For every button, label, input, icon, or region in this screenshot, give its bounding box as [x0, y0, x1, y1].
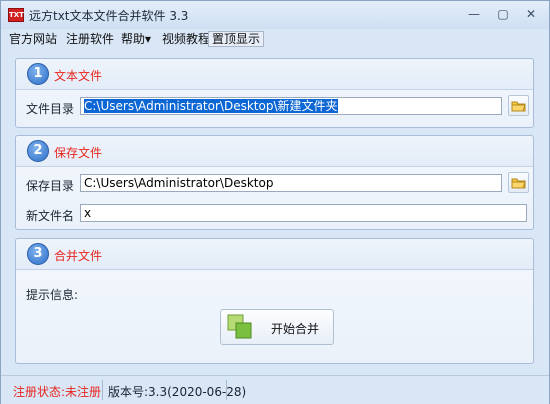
status-divider — [102, 380, 103, 400]
file-dir-input[interactable]: C:\Users\Administrator\Desktop\新建文件夹 — [80, 97, 502, 115]
file-dir-value: C:\Users\Administrator\Desktop\新建文件夹 — [84, 99, 338, 113]
panel-header: 3 合并文件 — [16, 239, 533, 270]
new-file-name-input[interactable]: x — [80, 204, 527, 222]
save-dir-label: 保存目录 — [26, 179, 75, 193]
panel-title-merge: 合并文件 — [54, 249, 103, 263]
restore-icon[interactable]: ▢ — [492, 5, 514, 23]
title-bar[interactable]: TXT 远方txt文本文件合并软件 3.3 — ▢ ✕ — [1, 1, 549, 29]
file-dir-label: 文件目录 — [26, 102, 75, 116]
txt-app-icon: TXT — [8, 8, 24, 22]
menu-official-site[interactable]: 官方网站 — [6, 31, 60, 47]
save-dir-input[interactable]: C:\Users\Administrator\Desktop — [80, 174, 502, 192]
panel-title-save-file: 保存文件 — [54, 146, 103, 160]
new-file-name-label: 新文件名 — [26, 209, 75, 223]
panel-title-text-files: 文本文件 — [54, 69, 103, 83]
text-files-panel: 1 文本文件 文件目录 C:\Users\Administrator\Deskt… — [15, 58, 534, 128]
window-title: 远方txt文本文件合并软件 3.3 — [29, 9, 189, 23]
info-label: 提示信息: — [26, 288, 79, 302]
folder-icon — [511, 178, 526, 189]
merge-icon — [227, 314, 252, 339]
status-bar: 注册状态:未注册 版本号:3.3(2020-06-28) — [1, 375, 549, 404]
menu-video-tutorial[interactable]: 视频教程 — [159, 31, 213, 47]
browse-save-dir-button[interactable] — [508, 172, 529, 193]
step-1-badge: 1 — [27, 63, 49, 85]
browse-text-dir-button[interactable] — [508, 95, 529, 116]
status-divider — [226, 380, 227, 400]
folder-icon — [511, 101, 526, 112]
start-merge-button[interactable]: 开始合并 — [220, 309, 334, 345]
step-3-badge: 3 — [27, 243, 49, 265]
app-window: TXT 远方txt文本文件合并软件 3.3 — ▢ ✕ 官方网站 注册软件 帮助… — [0, 0, 550, 404]
save-file-panel: 2 保存文件 保存目录 C:\Users\Administrator\Deskt… — [15, 135, 534, 230]
menu-help[interactable]: 帮助▾ — [118, 31, 154, 47]
panel-header: 2 保存文件 — [16, 136, 533, 167]
menu-bar: 官方网站 注册软件 帮助▾ 视频教程 置顶显示 — [1, 29, 549, 49]
registration-status: 注册状态:未注册 — [13, 385, 102, 399]
start-merge-label: 开始合并 — [271, 322, 320, 336]
menu-register[interactable]: 注册软件 — [63, 31, 117, 47]
close-icon[interactable]: ✕ — [520, 5, 542, 23]
step-2-badge: 2 — [27, 140, 49, 162]
merge-panel: 3 合并文件 提示信息: 开始合并 — [15, 238, 534, 364]
panel-header: 1 文本文件 — [16, 59, 533, 90]
menu-pin-on-top[interactable]: 置顶显示 — [208, 31, 265, 47]
minimize-icon[interactable]: — — [463, 5, 485, 23]
